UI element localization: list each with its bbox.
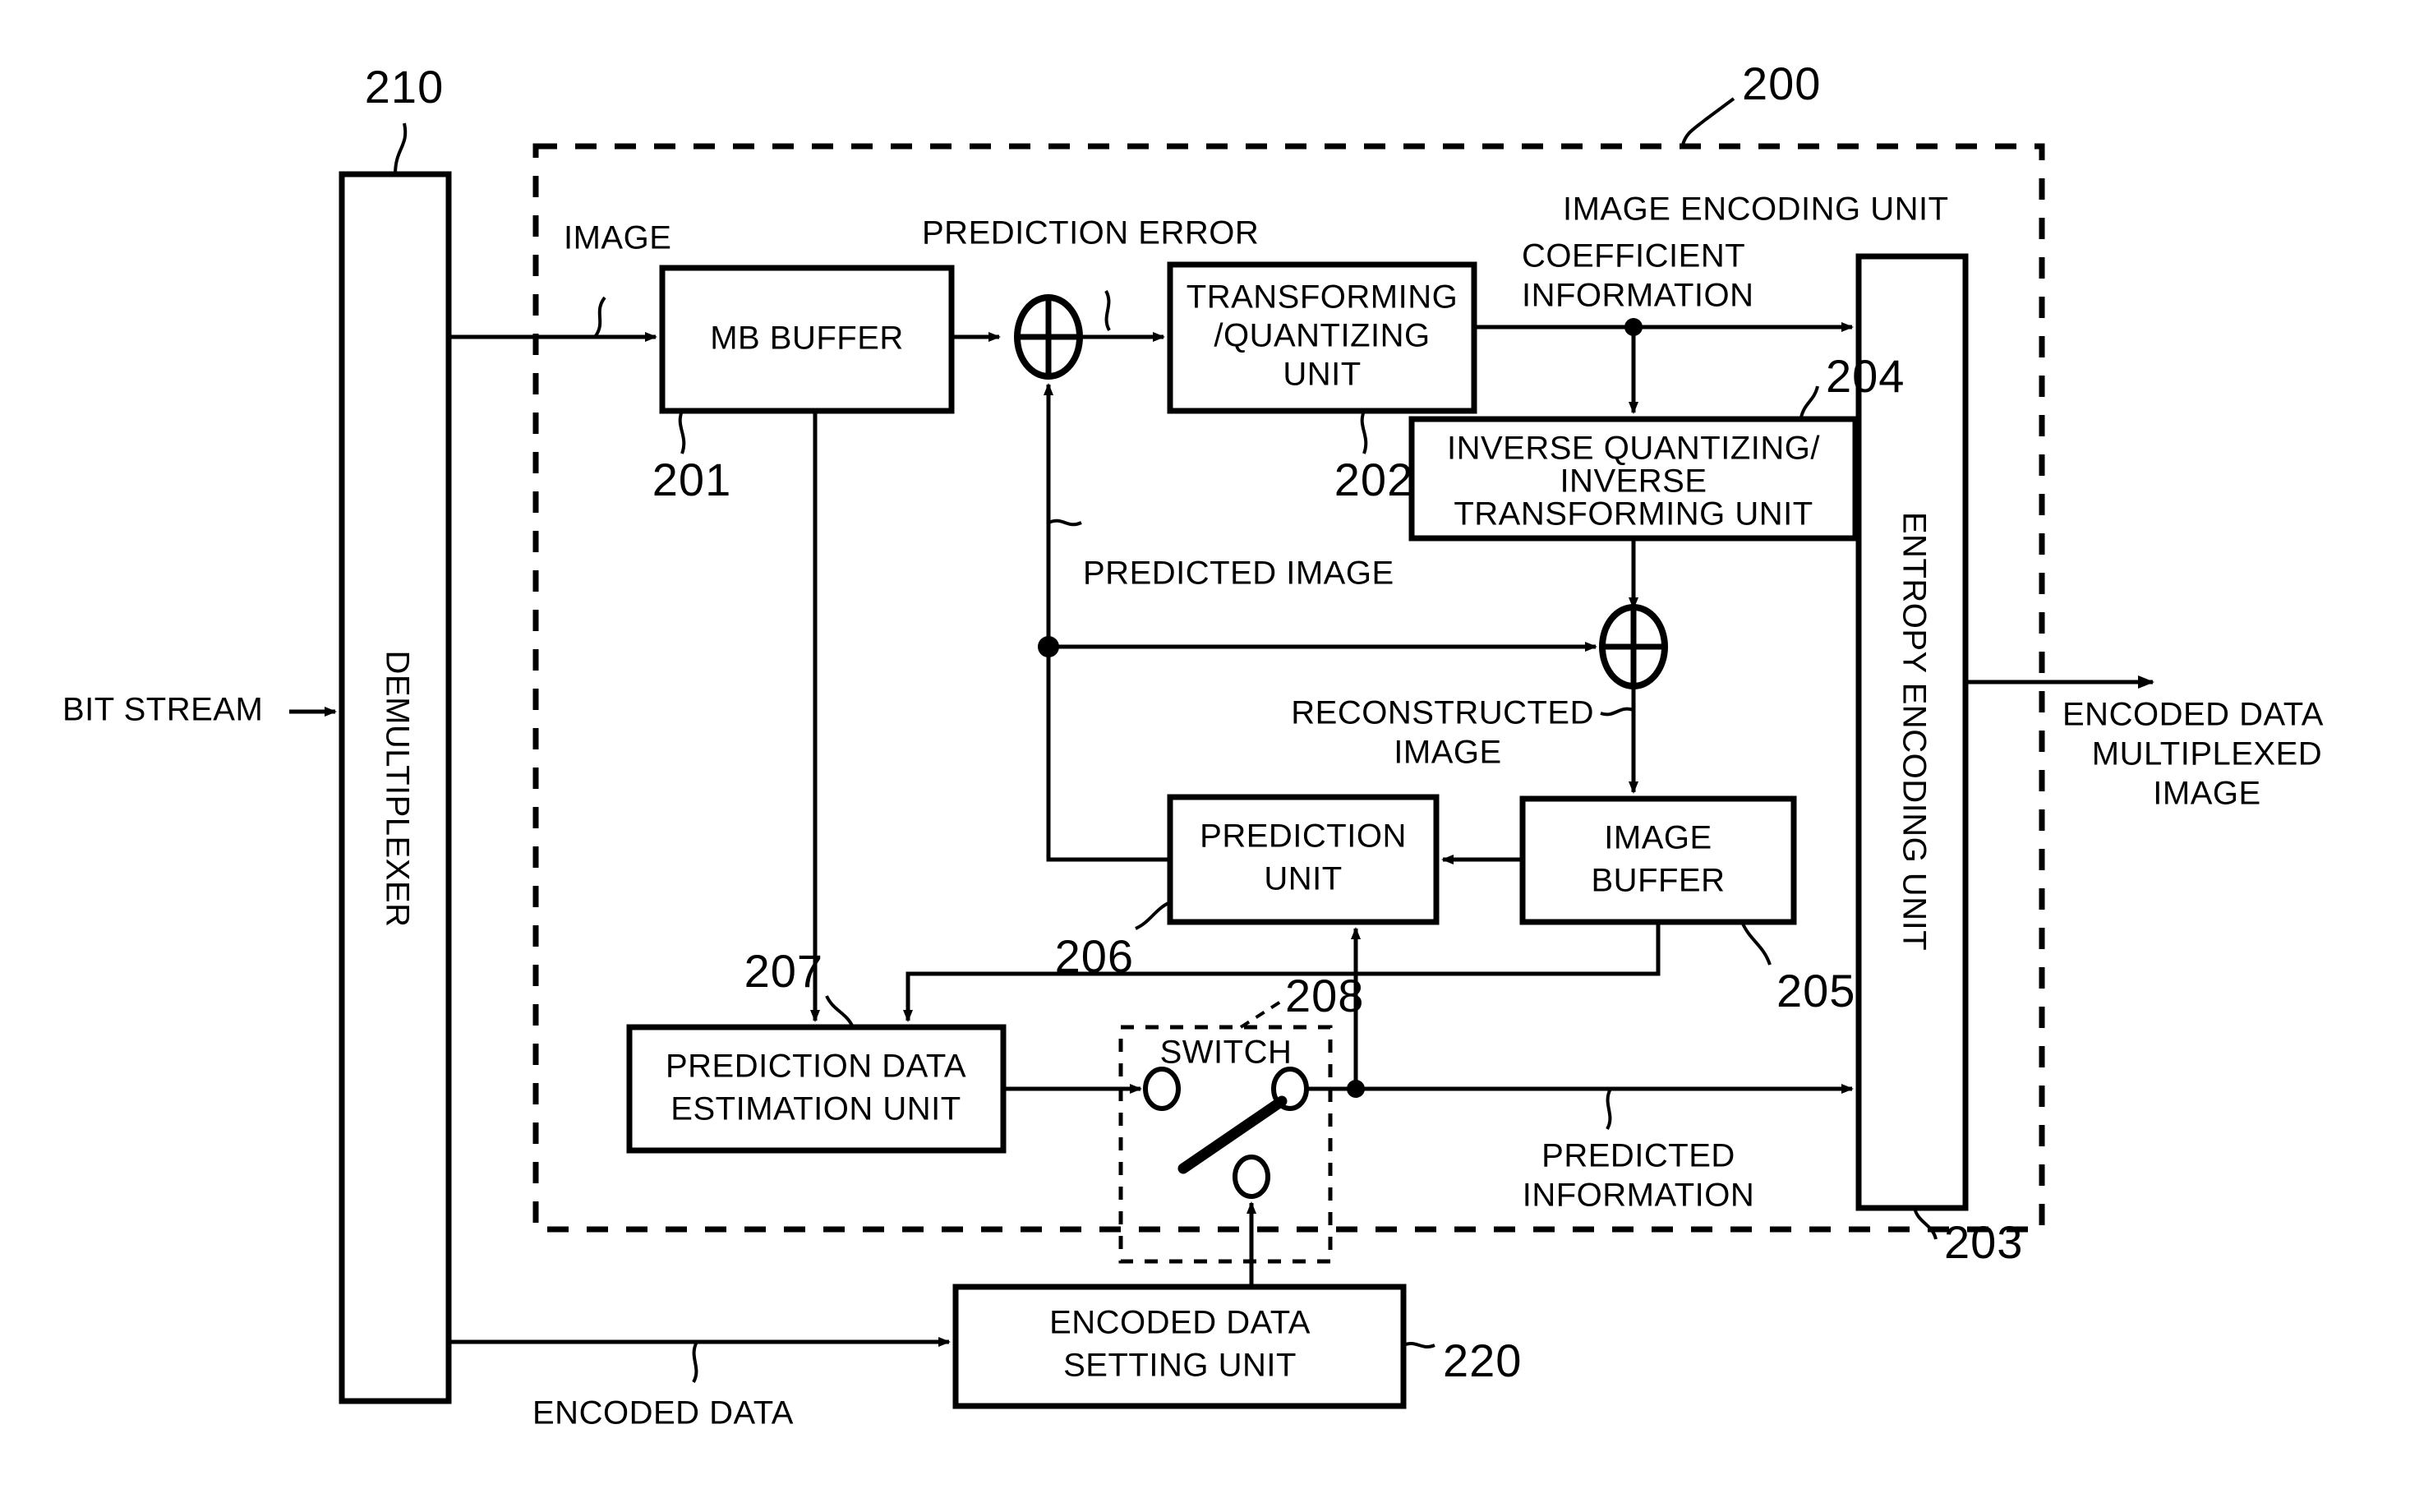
prediction-data-estimation-unit-block[interactable] <box>626 1024 1007 1154</box>
label-predicted-information-line2: INFORMATION <box>1523 1178 1755 1214</box>
label-reconstructed-image-line1: RECONSTRUCTED <box>1291 695 1594 731</box>
image-buffer-label-line1: IMAGE <box>1604 820 1712 856</box>
label-coefficient-information-line2: INFORMATION <box>1522 278 1754 314</box>
label-image: IMAGE <box>564 220 671 256</box>
ref-200: 200 <box>1742 58 1821 109</box>
wire-image-buffer-to-prediction-data <box>903 922 1661 1022</box>
label-encoded-data: ENCODED DATA <box>532 1395 794 1431</box>
leader-predicted-information <box>1606 1088 1612 1130</box>
leader-image-label <box>593 296 606 339</box>
wire-prediction-unit-to-trunk <box>1044 383 1170 862</box>
transforming-label-line3: UNIT <box>1283 357 1361 393</box>
switch-label: SWITCH <box>1160 1035 1293 1071</box>
switch-terminal-in[interactable] <box>1143 1067 1181 1111</box>
entropy-encoding-unit-label: ENTROPY ENCODING UNIT <box>1896 512 1932 951</box>
leader-encoded-data-label <box>692 1341 698 1383</box>
leader-prediction-error <box>1104 290 1111 331</box>
ref-220: 220 <box>1443 1335 1522 1386</box>
ref-202: 202 <box>1334 454 1413 505</box>
mb-buffer-label: MB BUFFER <box>710 320 904 357</box>
leader-202 <box>1360 410 1368 454</box>
leader-207 <box>825 995 855 1028</box>
switch-terminal-alt[interactable] <box>1233 1155 1270 1199</box>
inverse-label-line2: INVERSE <box>1560 463 1707 500</box>
leader-210 <box>394 122 408 175</box>
label-reconstructed-image-line2: IMAGE <box>1394 735 1501 771</box>
ref-206: 206 <box>1055 930 1134 982</box>
prediction-unit-block[interactable] <box>1167 794 1440 925</box>
encoded-setting-label-line2: SETTING UNIT <box>1063 1348 1297 1384</box>
transforming-label-line2: /QUANTIZING <box>1214 318 1430 354</box>
inverse-label-line1: INVERSE QUANTIZING/ <box>1447 431 1820 467</box>
image-buffer-label-line2: BUFFER <box>1592 863 1726 899</box>
prediction-unit-label-line2: UNIT <box>1264 861 1342 897</box>
label-image-encoding-unit: IMAGE ENCODING UNIT <box>1563 191 1949 228</box>
ref-208: 208 <box>1285 970 1364 1021</box>
leader-201 <box>678 410 686 454</box>
leader-204 <box>1799 385 1819 418</box>
ref-204: 204 <box>1826 350 1905 402</box>
ref-203: 203 <box>1944 1216 2023 1268</box>
leader-205 <box>1740 921 1772 966</box>
leader-reconstructed-image <box>1600 707 1634 717</box>
label-coefficient-information-line1: COEFFICIENT <box>1522 238 1745 274</box>
leader-206 <box>1135 901 1171 930</box>
ref-210: 210 <box>365 61 444 113</box>
inverse-label-line3: TRANSFORMING UNIT <box>1454 496 1813 532</box>
leader-208 <box>1239 999 1283 1029</box>
encoded-setting-label-line1: ENCODED DATA <box>1049 1305 1311 1341</box>
ref-201: 201 <box>652 454 731 505</box>
label-output-line3: IMAGE <box>2153 776 2260 812</box>
ref-205: 205 <box>1776 965 1855 1016</box>
leader-200 <box>1681 97 1735 145</box>
demultiplexer-label: DEMULTIPLEXER <box>379 651 415 928</box>
label-predicted-information-line1: PREDICTED <box>1541 1138 1735 1174</box>
label-prediction-error: PREDICTION ERROR <box>922 215 1259 251</box>
label-output-line1: ENCODED DATA <box>2062 697 2324 733</box>
label-output-line2: MULTIPLEXED <box>2092 736 2322 772</box>
label-predicted-image: PREDICTED IMAGE <box>1083 555 1394 592</box>
block-diagram-svg: MB BUFFER TRANSFORMING /QUANTIZING UNIT … <box>62 58 2324 1431</box>
image-buffer-block[interactable] <box>1519 795 1797 925</box>
leader-predicted-image-label <box>1048 519 1082 527</box>
diagram-canvas: MB BUFFER TRANSFORMING /QUANTIZING UNIT … <box>0 0 2410 1512</box>
leader-203 <box>1913 1207 1938 1240</box>
ref-207: 207 <box>744 945 823 997</box>
prediction-data-label-line1: PREDICTION DATA <box>666 1049 966 1085</box>
switch-blade[interactable] <box>1177 1095 1288 1174</box>
prediction-unit-label-line1: PREDICTION <box>1200 818 1407 855</box>
transforming-label-line1: TRANSFORMING <box>1187 279 1458 316</box>
leader-220 <box>1403 1342 1435 1348</box>
label-bit-stream: BIT STREAM <box>62 692 263 728</box>
prediction-data-label-line2: ESTIMATION UNIT <box>670 1091 961 1127</box>
